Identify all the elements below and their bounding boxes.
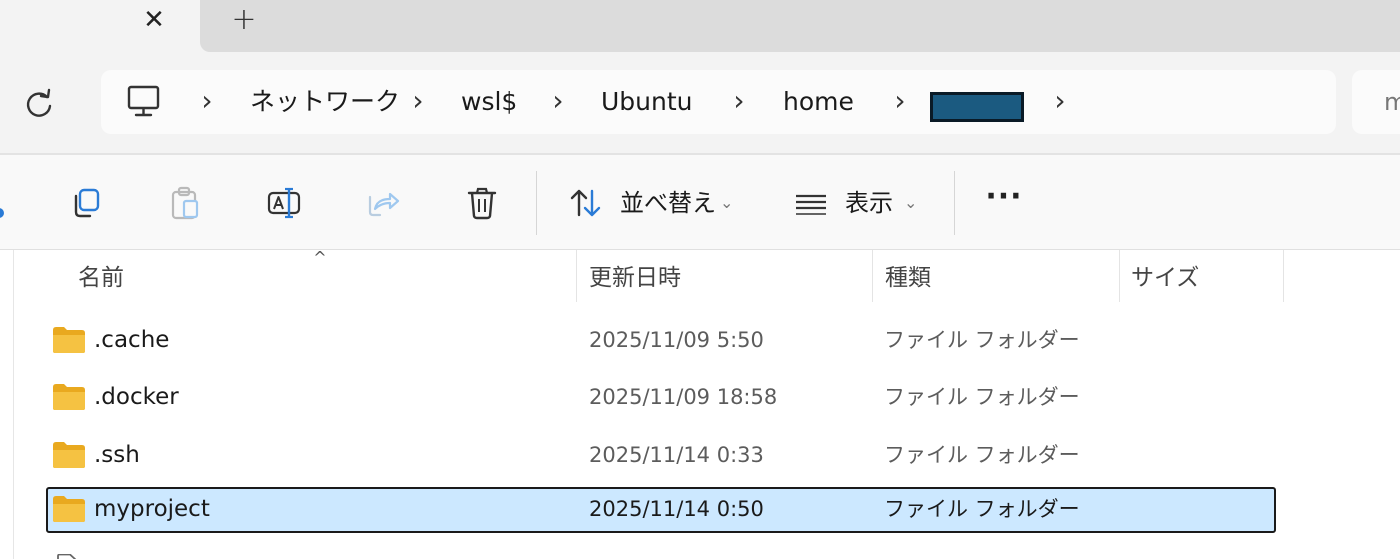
- file-name: .cache: [94, 327, 170, 353]
- tab-strip-background: +: [200, 0, 1400, 52]
- table-row[interactable]: .cache 2025/11/09 5:50 ファイル フォルダー: [46, 318, 1276, 364]
- column-header-type[interactable]: 種類: [885, 258, 931, 298]
- new-item-icon-edge[interactable]: [0, 208, 4, 218]
- breadcrumb-separator[interactable]: ›: [890, 85, 910, 119]
- table-row-selected[interactable]: myproject 2025/11/14 0:50 ファイル フォルダー: [46, 487, 1276, 533]
- file-modified: 2025/11/14 0:33: [589, 443, 764, 467]
- file-name: myproject: [94, 496, 210, 522]
- column-header-size[interactable]: サイズ: [1131, 258, 1199, 298]
- view-button-label[interactable]: 表示: [845, 185, 893, 221]
- copy-icon[interactable]: [68, 185, 104, 221]
- paste-icon[interactable]: [167, 185, 203, 221]
- address-bar[interactable]: › ネットワーク › wsl$ › Ubuntu › home › ›: [101, 70, 1336, 134]
- breadcrumb-home[interactable]: home: [783, 85, 854, 119]
- refresh-icon[interactable]: [20, 86, 60, 122]
- close-tab-icon[interactable]: ✕: [136, 2, 172, 38]
- column-resize-handle[interactable]: [576, 250, 577, 302]
- folder-icon: [52, 326, 86, 354]
- file-type: ファイル フォルダー: [884, 443, 1080, 467]
- column-header-name[interactable]: 名前: [78, 258, 124, 298]
- breadcrumb-wsl[interactable]: wsl$: [461, 85, 517, 119]
- file-modified: 2025/11/14 0:50: [589, 497, 764, 521]
- breadcrumb-separator[interactable]: ›: [1050, 85, 1070, 119]
- column-resize-handle[interactable]: [1283, 250, 1284, 302]
- folder-icon: [52, 441, 86, 469]
- breadcrumb-ubuntu[interactable]: Ubuntu: [601, 85, 693, 119]
- file-icon: [56, 549, 78, 559]
- command-bar: 並べ替え ⌄ 表示 ⌄ ···: [0, 155, 1400, 249]
- sort-button-label[interactable]: 並べ替え: [620, 185, 716, 221]
- breadcrumb-separator[interactable]: ›: [408, 85, 428, 119]
- table-row[interactable]: .ssh 2025/11/14 0:33 ファイル フォルダー: [46, 433, 1276, 479]
- table-row[interactable]: .docker 2025/11/09 18:58 ファイル フォルダー: [46, 375, 1276, 421]
- breadcrumb-network[interactable]: ネットワーク: [250, 85, 400, 119]
- breadcrumb-separator[interactable]: ›: [729, 85, 749, 119]
- view-icon[interactable]: [793, 185, 829, 221]
- share-icon[interactable]: [366, 185, 402, 221]
- file-modified: 2025/11/09 18:58: [589, 385, 778, 409]
- view-chevron-down-icon[interactable]: ⌄: [904, 185, 917, 221]
- file-type: ファイル フォルダー: [884, 328, 1080, 352]
- file-list: ^ 名前 更新日時 種類 サイズ .cache 2025/11/09 5:50 …: [0, 248, 1400, 559]
- column-resize-handle[interactable]: [872, 250, 873, 302]
- breadcrumb-redacted-user[interactable]: [930, 92, 1024, 122]
- file-name: .docker: [94, 384, 179, 410]
- sort-icon[interactable]: [568, 185, 604, 221]
- pane-divider: [13, 250, 14, 559]
- delete-icon[interactable]: [464, 185, 500, 221]
- sort-chevron-down-icon[interactable]: ⌄: [720, 185, 733, 221]
- sort-ascending-icon: ^: [313, 248, 327, 267]
- search-box[interactable]: m: [1352, 70, 1400, 134]
- column-header-modified[interactable]: 更新日時: [589, 258, 681, 298]
- navigation-bar: › ネットワーク › wsl$ › Ubuntu › home › › m: [0, 52, 1400, 153]
- new-tab-button[interactable]: +: [226, 2, 262, 38]
- file-modified: 2025/11/09 5:50: [589, 328, 764, 352]
- breadcrumb-separator[interactable]: ›: [197, 85, 217, 119]
- column-resize-handle[interactable]: [1119, 250, 1120, 302]
- file-type: ファイル フォルダー: [884, 497, 1080, 521]
- file-name: .ssh: [94, 442, 140, 468]
- folder-icon: [52, 495, 86, 523]
- file-type: ファイル フォルダー: [884, 385, 1080, 409]
- folder-icon: [52, 383, 86, 411]
- active-tab[interactable]: ✕: [0, 0, 200, 52]
- toolbar-separator: [536, 171, 537, 235]
- this-pc-icon[interactable]: [125, 84, 163, 120]
- search-text: m: [1384, 88, 1400, 116]
- toolbar-separator: [954, 171, 955, 235]
- rename-icon[interactable]: [266, 185, 302, 221]
- breadcrumb-separator[interactable]: ›: [548, 85, 568, 119]
- tab-strip: ✕ +: [0, 0, 1400, 52]
- more-options-button[interactable]: ···: [984, 182, 1024, 221]
